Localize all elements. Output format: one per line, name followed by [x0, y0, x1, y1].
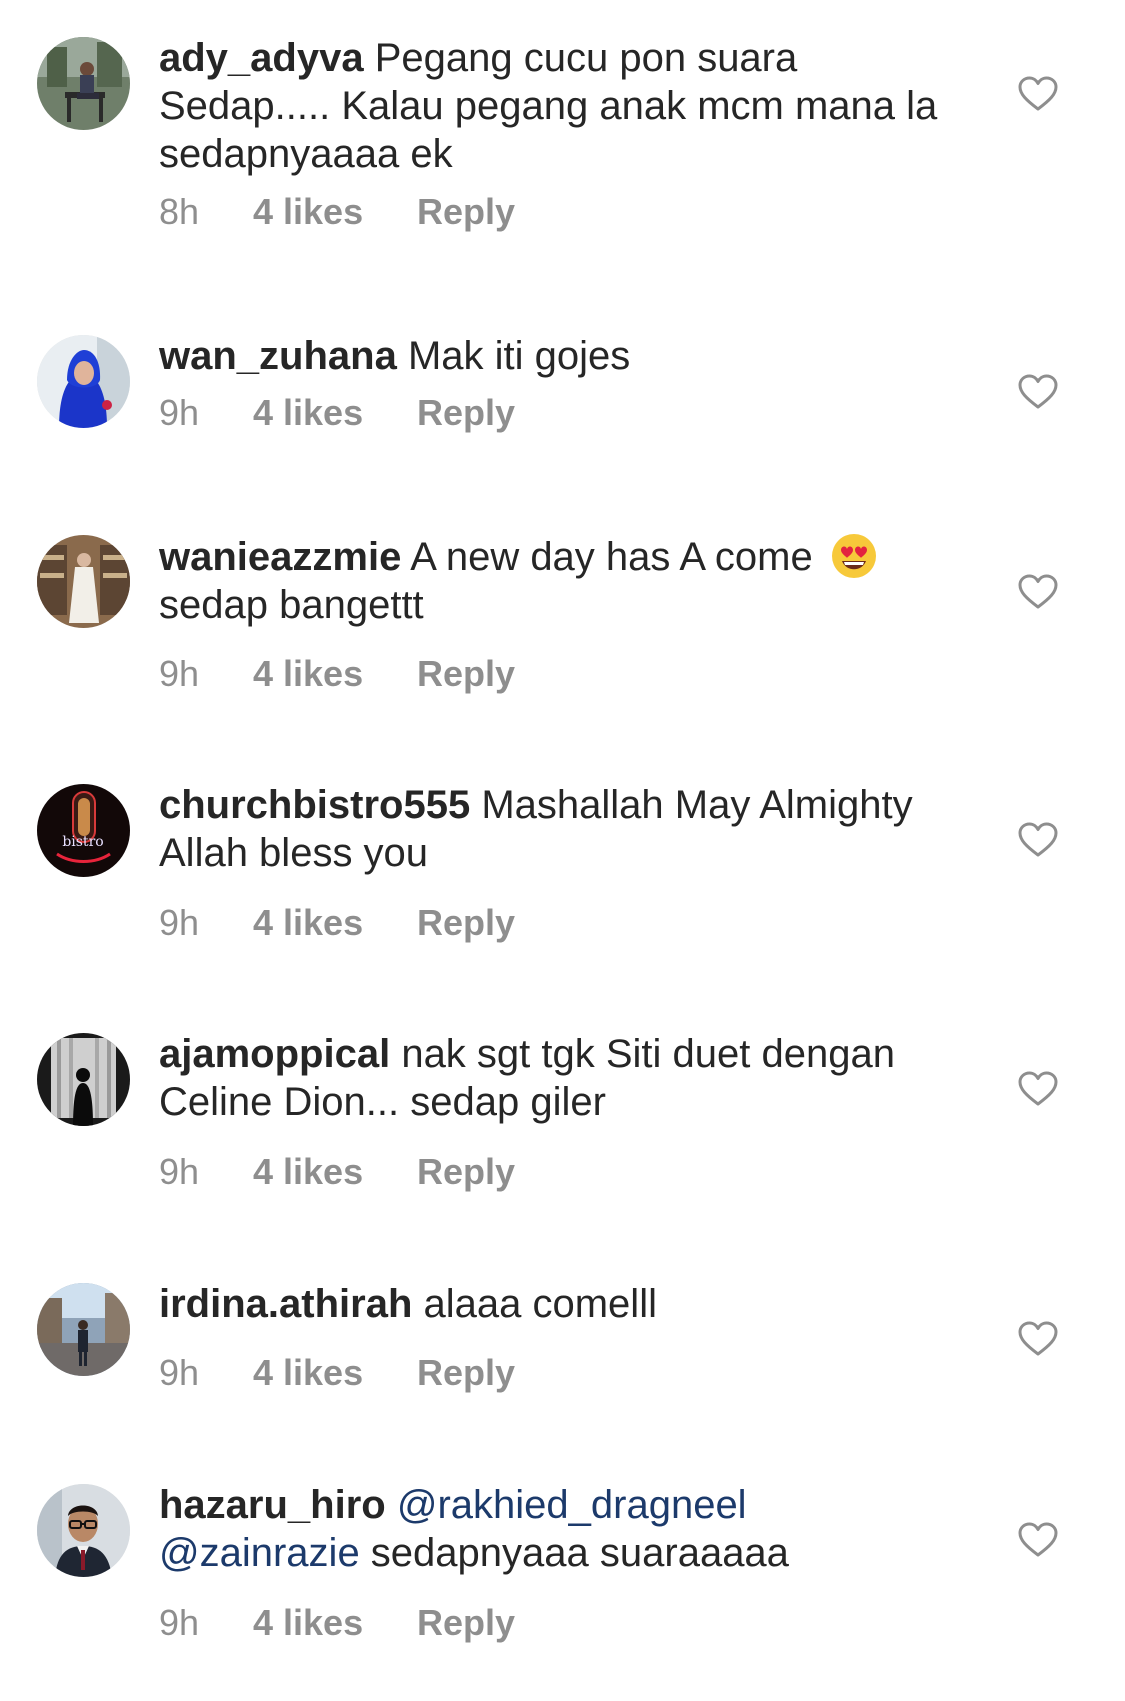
like-heart-icon[interactable] — [1018, 1522, 1058, 1558]
heart-eyes-emoji-icon — [830, 532, 878, 580]
comment-likes[interactable]: 4 likes — [253, 654, 417, 694]
reply-button[interactable]: Reply — [417, 654, 515, 694]
reply-button[interactable]: Reply — [417, 192, 515, 232]
comment-time: 8h — [159, 191, 200, 232]
reply-button[interactable]: Reply — [417, 903, 515, 943]
like-heart-icon[interactable] — [1018, 76, 1058, 112]
avatar-silhouette-window — [37, 1033, 130, 1126]
comment-meta: 9h 4 likes Reply — [159, 393, 515, 433]
comment-text: wan_zuhana Mak iti gojes — [159, 332, 979, 380]
comment-likes[interactable]: 4 likes — [253, 1152, 417, 1192]
comment-time: 9h — [159, 1602, 200, 1643]
comment-body: sedapnyaaa suaraaaaa — [359, 1531, 789, 1575]
comment-likes[interactable]: 4 likes — [253, 1353, 417, 1393]
comment-username[interactable]: churchbistro555 — [159, 783, 470, 827]
avatar-bistro-neon-sign: bistro — [37, 784, 130, 877]
comment-text: irdina.athirah alaaa comelll — [159, 1280, 979, 1328]
avatar-bistro-text: bistro — [62, 834, 103, 850]
comment-meta: 9h 4 likes Reply — [159, 1152, 515, 1192]
comment-text: wanieazzmie A new day has A come sedap b… — [159, 532, 979, 629]
comment-username[interactable]: ajamoppical — [159, 1032, 390, 1076]
comment-body-continued: sedap bangettt — [159, 583, 424, 627]
comment-body: alaaa comelll — [412, 1282, 657, 1326]
comment-time: 9h — [159, 1352, 200, 1393]
comment-likes[interactable]: 4 likes — [253, 393, 417, 433]
comment-likes[interactable]: 4 likes — [253, 1603, 417, 1643]
reply-button[interactable]: Reply — [417, 1603, 515, 1643]
comment-body: Mak iti gojes — [396, 334, 631, 378]
avatar[interactable] — [37, 1033, 130, 1126]
reply-button[interactable]: Reply — [417, 1152, 515, 1192]
reply-button[interactable]: Reply — [417, 1353, 515, 1393]
avatar-woman-white-dress-library — [37, 535, 130, 628]
comment-text: ajamoppical nak sgt tgk Siti duet dengan… — [159, 1030, 979, 1126]
comment-likes[interactable]: 4 likes — [253, 903, 417, 943]
comment-username[interactable]: wanieazzmie — [159, 535, 401, 579]
comment-meta: 9h 4 likes Reply — [159, 903, 515, 943]
avatar[interactable] — [37, 335, 130, 428]
comment-time: 9h — [159, 392, 200, 433]
avatar-person-street — [37, 1283, 130, 1376]
avatar[interactable] — [37, 37, 130, 130]
avatar[interactable]: bistro — [37, 784, 130, 877]
like-heart-icon[interactable] — [1018, 822, 1058, 858]
avatar[interactable] — [37, 1283, 130, 1376]
comment-text: churchbistro555 Mashallah May Almighty A… — [159, 781, 979, 877]
avatar[interactable] — [37, 535, 130, 628]
comment-meta: 9h 4 likes Reply — [159, 654, 515, 694]
like-heart-icon[interactable] — [1018, 374, 1058, 410]
comment-meta: 8h 4 likes Reply — [159, 192, 515, 232]
avatar[interactable] — [37, 1484, 130, 1577]
comment-text: hazaru_hiro @rakhied_dragneel @zainrazie … — [159, 1481, 979, 1577]
comment-time: 9h — [159, 1151, 200, 1192]
reply-button[interactable]: Reply — [417, 393, 515, 433]
mention-link[interactable]: @zainrazie — [159, 1531, 360, 1575]
comment-likes[interactable]: 4 likes — [253, 192, 417, 232]
mention-link[interactable]: @rakhied_dragneel — [397, 1483, 747, 1527]
comment-time: 9h — [159, 902, 200, 943]
avatar-woman-blue-hijab — [37, 335, 130, 428]
comment-time: 9h — [159, 653, 200, 694]
avatar-man-sitting-bench — [37, 37, 130, 130]
comment-text: ady_adyva Pegang cucu pon suara Sedap...… — [159, 34, 979, 178]
comment-username[interactable]: wan_zuhana — [159, 334, 397, 378]
avatar-man-glasses-suit — [37, 1484, 130, 1577]
comment-meta: 9h 4 likes Reply — [159, 1603, 515, 1643]
comment-body: A new day has A come — [401, 535, 824, 579]
like-heart-icon[interactable] — [1018, 1321, 1058, 1357]
like-heart-icon[interactable] — [1018, 1071, 1058, 1107]
comment-username[interactable]: ady_adyva — [159, 36, 364, 80]
comment-meta: 9h 4 likes Reply — [159, 1353, 515, 1393]
comment-username[interactable]: hazaru_hiro — [159, 1483, 386, 1527]
like-heart-icon[interactable] — [1018, 574, 1058, 610]
comment-username[interactable]: irdina.athirah — [159, 1282, 412, 1326]
